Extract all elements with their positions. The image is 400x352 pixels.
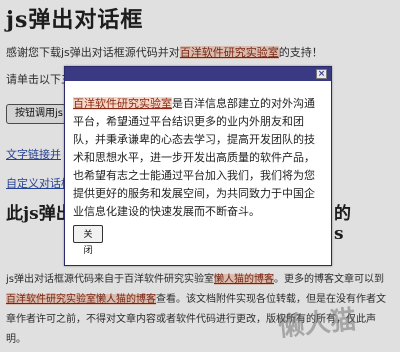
dialog-message: 百洋软件研究实验室是百洋信息部建立的对外沟通平台，希望通过平台结识更多的业内外朋… <box>73 95 325 221</box>
dialog-titlebar: × <box>65 67 331 81</box>
dialog-company-link[interactable]: 百洋软件研究实验室 <box>73 97 172 110</box>
close-button[interactable]: 关闭 <box>73 225 103 256</box>
dialog-text: 是百洋信息部建立的对外沟通平台，希望通过平台结识更多的业内外朋友和团队，并秉承谦… <box>73 97 315 218</box>
close-icon[interactable]: × <box>316 69 327 79</box>
dialog: × 百洋软件研究实验室是百洋信息部建立的对外沟通平台，希望通过平台结识更多的业内… <box>64 66 332 266</box>
